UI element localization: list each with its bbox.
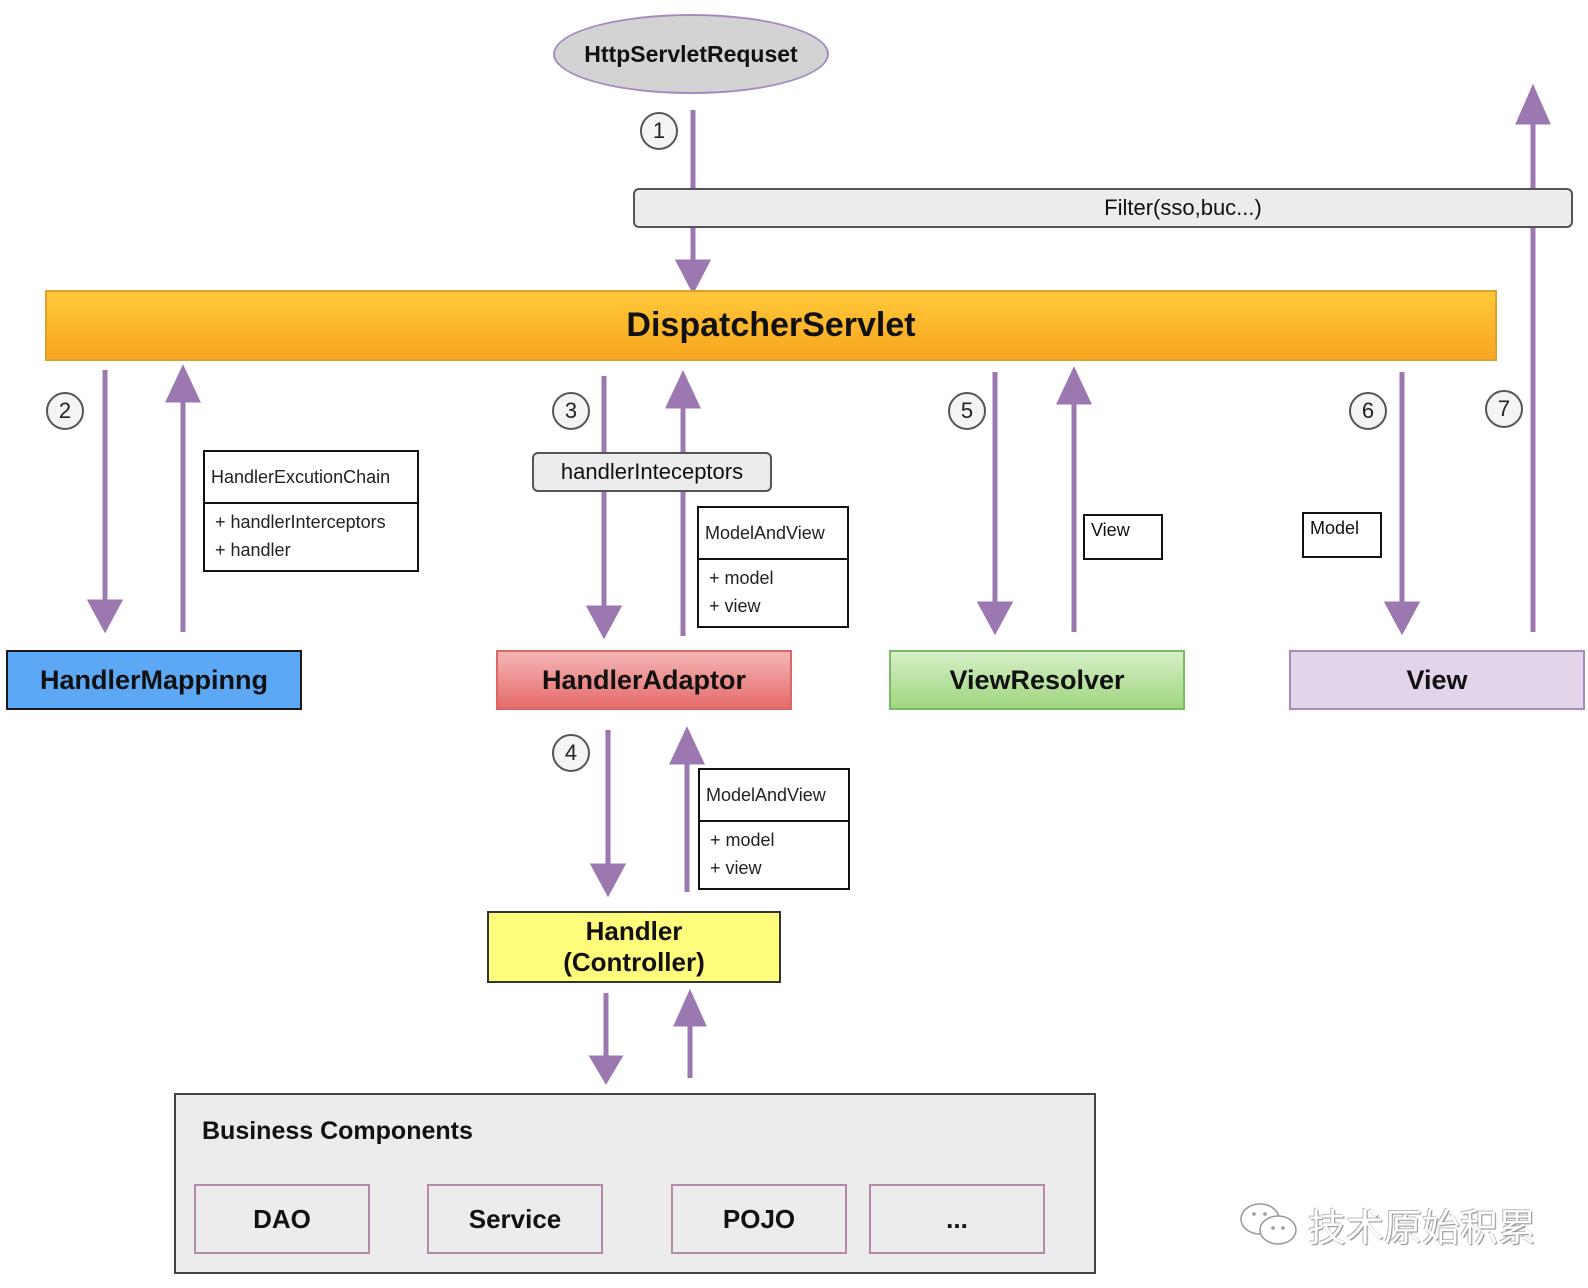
handler-controller-node: Handler (Controller) [487,911,781,983]
handler-interceptors-pill: handlerInteceptors [532,452,772,492]
business-components-container: Business Components DAO Service POJO ... [174,1093,1096,1274]
model-and-view-box-bottom: ModelAndView + model + view [698,768,850,890]
step-1-badge: 1 [640,112,678,150]
model-note: Model [1302,512,1382,558]
business-item-more: ... [869,1184,1045,1254]
wechat-icon [1240,1202,1297,1245]
step-4-badge: 4 [552,734,590,772]
arrowhead-1 [674,259,712,295]
arrowhead-5 [976,601,1014,636]
arrowhead-biz-down [588,1055,624,1085]
step-2-badge: 2 [46,392,84,430]
step-5-badge: 5 [948,392,986,430]
view-node: View [1289,650,1585,710]
uml-title: ModelAndView [700,770,848,822]
watermark: 技术原始积累 [1238,1197,1536,1252]
arrowhead-biz-up [673,988,707,1027]
arrowhead-4-up [669,726,705,765]
handler-label: Handler [585,916,683,946]
view-resolver-node: ViewResolver [889,650,1185,710]
filter-bar: Filter(sso,buc...) [633,188,1573,228]
arrowhead-4 [589,863,627,898]
step-7-badge: 7 [1485,390,1523,428]
step-6-badge: 6 [1349,392,1387,430]
uml-title: HandlerExcutionChain [205,452,417,504]
controller-label: (Controller) [563,947,705,977]
arrowhead-3-up [665,370,701,409]
arrowhead-6 [1383,601,1421,636]
business-item-pojo: POJO [671,1184,847,1254]
uml-title: ModelAndView [699,508,847,560]
handler-execution-chain-box: HandlerExcutionChain + handlerIntercepto… [203,450,419,572]
arrowhead-3 [585,605,623,640]
arrowhead-2 [86,599,124,634]
handler-mapping-node: HandlerMappinng [6,650,302,710]
arrowhead-2-up [165,364,201,403]
uml-field: + handler [215,540,291,560]
watermark-text: 技术原始积累 [1308,1208,1537,1250]
uml-field: + model [710,830,775,850]
uml-field: + handlerInterceptors [215,512,386,532]
step-3-badge: 3 [552,392,590,430]
arrowhead-7 [1515,83,1551,125]
view-note: View [1083,514,1163,560]
uml-field: + model [709,568,774,588]
filter-label: Filter(sso,buc...) [1104,195,1262,220]
business-item-dao: DAO [194,1184,370,1254]
arrowhead-5-up [1056,366,1092,405]
handler-adaptor-node: HandlerAdaptor [496,650,792,710]
uml-field: + view [710,858,762,878]
uml-field: + view [709,596,761,616]
business-components-title: Business Components [202,1117,473,1145]
business-item-service: Service [427,1184,603,1254]
dispatcher-servlet-bar: DispatcherServlet [45,290,1497,361]
http-servlet-request-node: HttpServletRequset [553,14,829,94]
model-and-view-box-top: ModelAndView + model + view [697,506,849,628]
